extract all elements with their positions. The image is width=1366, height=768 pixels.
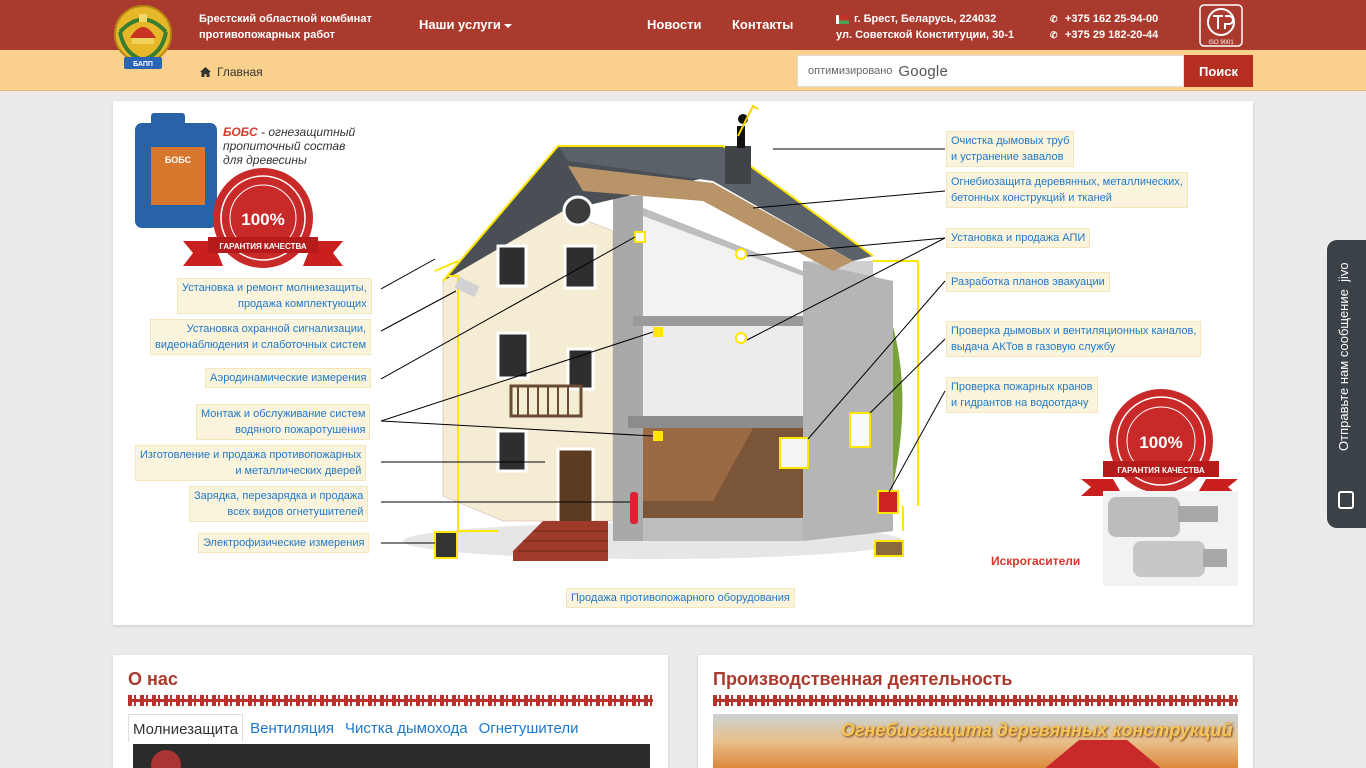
tab-chimney[interactable]: Чистка дымохода [341, 714, 472, 742]
tab-extinguishers[interactable]: Огнетушители [475, 714, 583, 742]
service-link-line: и гидрантов на водоотдачу [951, 397, 1089, 409]
service-link-line: Проверка пожарных кранов [951, 381, 1093, 393]
production-caption: Огнебиозащита деревянных конструкций [841, 720, 1233, 740]
service-link-aerodynamic[interactable]: Аэродинамические измерения [205, 368, 372, 388]
service-link-line: выдача АКТов в газовую службу [951, 341, 1116, 353]
service-link-line: Разработка планов эвакуации [951, 276, 1105, 288]
top-header: Брестский областной комбинат противопожа… [0, 0, 1366, 50]
search-button[interactable]: Поиск [1184, 55, 1253, 87]
service-link-equipment-sales[interactable]: Продажа противопожарного оборудования [566, 588, 795, 608]
bobs-desc-2: пропиточный состав [223, 139, 346, 153]
google-brand: Google [898, 62, 948, 80]
service-link-line: бетонных конструкций и тканей [951, 192, 1112, 204]
address-block: г. Брест, Беларусь, 224032 ул. Советской… [836, 11, 1014, 43]
address-line-1: г. Брест, Беларусь, 224032 [854, 13, 997, 25]
service-link-line: Огнебиозащита деревянных, металлических, [951, 176, 1183, 188]
tab-lightning[interactable]: Молниезащита [128, 714, 244, 742]
breadcrumb[interactable]: Главная [200, 65, 263, 79]
company-name-line-2: противопожарных работ [199, 29, 335, 41]
company-name-line-1: Брестский областной комбинат [199, 13, 372, 25]
seal-percent: 100% [241, 210, 284, 229]
service-link-line: Аэродинамические измерения [210, 372, 367, 384]
bobs-product-title[interactable]: БОБС - огнезащитный пропиточный состав д… [223, 125, 355, 167]
service-link-line: Проверка дымовых и вентиляционных канало… [951, 325, 1197, 337]
services-hero: БОБС 100% ГАРАНТИЯ КАЧЕСТВА 100% ГАРАНТИ… [113, 101, 1253, 625]
service-link-ventilation-check[interactable]: Проверка дымовых и вентиляционных канало… [946, 321, 1202, 357]
logo-text: БАПП [133, 61, 153, 68]
phone-icon: ✆ [1050, 30, 1058, 40]
about-video-preview[interactable] [133, 744, 650, 768]
service-link-line: видеонаблюдения и слаботочных систем [155, 339, 367, 351]
chat-icon [1338, 491, 1354, 509]
service-link-line: Установка охранной сигнализации, [186, 323, 367, 335]
service-link-line: водяного пожаротушения [235, 424, 366, 436]
ornament-divider [713, 695, 1238, 706]
service-link-extinguishers[interactable]: Зарядка, перезарядка и продажа всех видо… [189, 486, 369, 522]
service-link-line: продажа комплектующих [237, 298, 367, 310]
canister-label: БОБС [165, 155, 192, 165]
about-tabs: Молниезащита Вентиляция Чистка дымохода … [128, 714, 585, 742]
warning-sign-shape [1043, 740, 1163, 768]
nav-news-link[interactable]: Новости [647, 17, 702, 32]
company-name[interactable]: Брестский областной комбинат противопожа… [199, 11, 379, 43]
service-link-hydrants[interactable]: Проверка пожарных кранов и гидрантов на … [946, 377, 1098, 413]
phones-block: ✆ +375 162 25-94-00 ✆ +375 29 182-20-44 [1050, 11, 1158, 43]
bobs-name: БОБС [223, 125, 258, 139]
service-link-line: всех видов огнетушителей [227, 506, 364, 518]
nav-services-label: Наши услуги [419, 17, 501, 32]
service-link-evacuation-plans[interactable]: Разработка планов эвакуации [946, 272, 1110, 292]
service-link-line: Установка и ремонт молниезащиты, [182, 282, 367, 294]
service-link-electrophysical[interactable]: Электрофизические измерения [198, 533, 370, 553]
tab-ventilation[interactable]: Вентиляция [246, 714, 338, 742]
bobs-desc-1: - огнезащитный [261, 125, 356, 139]
service-link-security[interactable]: Установка охранной сигнализации, видеона… [150, 319, 372, 355]
about-panel: О нас Молниезащита Вентиляция Чистка дым… [113, 655, 668, 768]
service-link-line: Очистка дымовых труб [951, 135, 1070, 147]
iso-label: ISO 9001 [1208, 40, 1234, 46]
production-banner[interactable]: Огнебиозащита деревянных конструкций [713, 714, 1238, 768]
nav-services-menu[interactable]: Наши услуги [419, 17, 512, 32]
search-input[interactable]: оптимизировано Google [797, 55, 1184, 87]
service-link-line: Установка и продажа АПИ [951, 232, 1086, 244]
service-link-api[interactable]: Установка и продажа АПИ [946, 228, 1091, 248]
production-title: Производственная деятельность [713, 669, 1013, 689]
belarus-flag-icon [836, 14, 849, 24]
iso-certificate-icon: ISO 9001 [1199, 4, 1243, 47]
chat-widget-text: Отправьте нам сообщение [1336, 288, 1351, 451]
service-link-lightning[interactable]: Установка и ремонт молниезащиты, продажа… [177, 278, 372, 314]
service-link-line: и металлических дверей [235, 465, 362, 477]
video-thumbnail-icon [151, 750, 181, 768]
spark-arrestor-image[interactable] [1103, 491, 1238, 586]
production-panel: Производственная деятельность Огнебиозащ… [698, 655, 1253, 768]
spark-arrestors-link[interactable]: Искрогасители [991, 554, 1080, 568]
seal-ribbon: ГАРАНТИЯ КАЧЕСТВА [219, 242, 306, 251]
service-link-chimney-cleaning[interactable]: Очистка дымовых труб и устранение завало… [946, 131, 1075, 167]
bobs-desc-3: для древесины [223, 153, 307, 167]
service-link-line: Изготовление и продажа противопожарных [140, 449, 362, 461]
breadcrumb-home: Главная [217, 65, 263, 79]
caret-down-icon [503, 23, 512, 28]
service-link-line: Электрофизические измерения [203, 537, 365, 549]
service-link-sprinklers[interactable]: Монтаж и обслуживание систем водяного по… [196, 404, 371, 440]
phone-icon: ✆ [1050, 14, 1058, 24]
service-link-line: Монтаж и обслуживание систем [201, 408, 366, 420]
chat-widget-brand: jivo [1336, 262, 1351, 282]
about-title: О нас [128, 669, 178, 689]
service-link-line: Зарядка, перезарядка и продажа [194, 490, 364, 502]
phone-2[interactable]: +375 29 182-20-44 [1065, 27, 1158, 43]
company-logo[interactable]: БАПП [110, 2, 176, 74]
seal-ribbon-right: ГАРАНТИЯ КАЧЕСТВА [1117, 466, 1204, 475]
search-hint: оптимизировано [808, 65, 893, 77]
service-link-line: и устранение завалов [951, 151, 1064, 163]
quality-seal-right: 100% ГАРАНТИЯ КАЧЕСТВА [1081, 389, 1238, 496]
ornament-divider [128, 695, 653, 706]
seal-percent-right: 100% [1139, 433, 1182, 452]
home-icon [200, 67, 211, 77]
chat-widget-label: Отправьте нам сообщение jivo [1336, 262, 1358, 492]
service-link-fireproofing[interactable]: Огнебиозащита деревянных, металлических,… [946, 172, 1188, 208]
phone-1[interactable]: +375 162 25-94-00 [1065, 11, 1158, 27]
address-line-2: ул. Советской Конституции, 30-1 [836, 29, 1015, 41]
nav-contacts-link[interactable]: Контакты [732, 17, 793, 32]
service-link-doors[interactable]: Изготовление и продажа противопожарных и… [135, 445, 367, 481]
